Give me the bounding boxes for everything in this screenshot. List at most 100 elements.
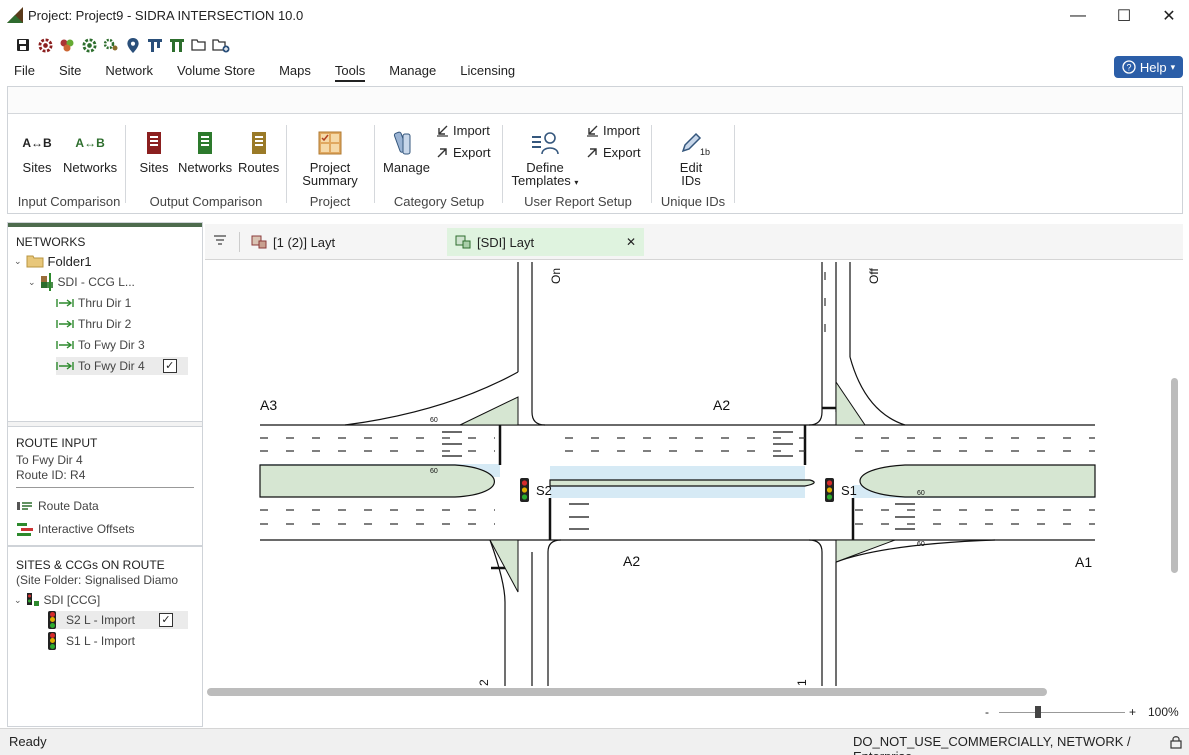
interactive-offsets-button[interactable]: Interactive Offsets (16, 520, 135, 538)
ribbon-separator (651, 125, 652, 203)
output-comparison-networks-button[interactable]: Networks (178, 129, 232, 174)
route-button[interactable] (146, 36, 164, 54)
chevron-down-icon[interactable]: ⌄ (14, 256, 22, 267)
tree-folder-row[interactable]: ⌄ Folder1 (14, 252, 92, 270)
menu-file[interactable]: File (14, 60, 35, 82)
intersection-diagram[interactable]: A3 A2 A2 A1 S2 S1 On Off 2 1 60 60 60 60 (205, 262, 1173, 686)
menu-maps[interactable]: Maps (279, 60, 311, 82)
define-templates-button[interactable]: Define Templates ▾ (511, 129, 579, 189)
network-icon (170, 39, 184, 52)
site-item[interactable]: S2 L - Import ✓ (48, 611, 188, 629)
maximize-button[interactable]: ☐ (1101, 2, 1147, 30)
zoom-in-button[interactable]: + (1129, 705, 1136, 719)
tab-layout-1[interactable]: [1 (2)] Layt (243, 228, 343, 256)
tree-network-row[interactable]: ⌄ SDI - CCG L... (28, 273, 135, 291)
maximize-icon: ☐ (1116, 8, 1132, 25)
status-text: Ready (9, 734, 47, 749)
folder-icon (26, 255, 44, 268)
settings-green-icon (81, 37, 97, 53)
output-routes-label: Routes (238, 160, 280, 175)
road-label-1: 1 (795, 679, 809, 686)
zoom-slider[interactable] (999, 706, 1125, 718)
menu-network[interactable]: Network (105, 60, 153, 82)
user-template-icon (532, 132, 559, 155)
ribbon-separator (502, 125, 503, 203)
output-sites-label: Sites (139, 160, 169, 175)
close-icon: ✕ (1162, 8, 1176, 25)
horizontal-scrollbar[interactable] (207, 688, 1047, 696)
tab-list-menu-button[interactable] (213, 234, 229, 248)
menu-volume-store[interactable]: Volume Store (177, 60, 255, 82)
approach-label-a1: A1 (1075, 554, 1092, 570)
slip-ramp-island-nw (459, 396, 519, 426)
route-item[interactable]: Thru Dir 2 (56, 315, 188, 333)
close-window-button[interactable]: ✕ (1146, 2, 1189, 30)
ccg-label: SDI [CCG] (43, 593, 101, 607)
route-checkbox[interactable]: ✓ (162, 359, 177, 373)
import-icon (587, 125, 598, 137)
main-menu: File Site Network Volume Store Maps Tools Mana… (14, 60, 539, 82)
category-export-button[interactable]: Export (436, 145, 491, 160)
vertical-scrollbar[interactable] (1171, 378, 1178, 573)
tab-layout-sdi[interactable]: [SDI] Layt ✕ (447, 228, 644, 256)
signal-s1-icon[interactable] (825, 478, 834, 502)
network-layout-icon (455, 235, 471, 249)
tab-label: [1 (2)] Layt (273, 234, 336, 250)
zoom-out-button[interactable]: - (985, 705, 989, 719)
route-item[interactable]: To Fwy Dir 4 ✓ (56, 357, 188, 375)
output-comparison-routes-button[interactable]: Routes (238, 129, 279, 174)
open-folder-button[interactable] (190, 36, 208, 54)
multi-settings-button[interactable] (58, 36, 76, 54)
menu-site[interactable]: Site (59, 60, 81, 82)
route-item[interactable]: To Fwy Dir 3 (56, 336, 188, 354)
edit-ids-button[interactable]: 1b Edit IDs (676, 129, 710, 187)
interactive-offsets-label: Interactive Offsets (38, 522, 135, 536)
route-data-icon (17, 502, 32, 510)
site-settings-button[interactable] (36, 36, 54, 54)
chevron-down-icon[interactable]: ⌄ (14, 595, 22, 606)
swatches-icon (394, 131, 411, 155)
zoom-slider-thumb[interactable] (1035, 706, 1041, 718)
site-item[interactable]: S1 L - Import (48, 632, 188, 650)
menu-licensing[interactable]: Licensing (460, 60, 515, 82)
output-comparison-sites-button[interactable]: Sites (139, 129, 169, 174)
minimize-button[interactable]: — (1055, 2, 1101, 30)
slip-ramp-island-ne (835, 380, 866, 426)
report-export-button[interactable]: Export (586, 145, 641, 160)
tab-close-icon[interactable]: ✕ (626, 235, 636, 249)
report-import-button[interactable]: Import (586, 123, 640, 138)
site-checkbox[interactable]: ✓ (158, 613, 173, 627)
gear-settings-button[interactable] (102, 36, 120, 54)
input-comparison-networks-button[interactable]: A↔B Networks (63, 129, 117, 174)
input-networks-label: Networks (63, 160, 118, 175)
category-manage-button[interactable]: Manage (383, 129, 430, 174)
svg-text:?: ? (1126, 63, 1131, 73)
ribbon-separator (734, 125, 735, 203)
tree-line (49, 273, 51, 291)
approach-label-a3: A3 (260, 397, 277, 413)
menu-tools[interactable]: Tools (334, 60, 366, 82)
new-folder-button[interactable] (212, 36, 230, 54)
layout-canvas[interactable]: A3 A2 A2 A1 S2 S1 On Off 2 1 60 60 60 60 (205, 262, 1173, 686)
minimize-icon: — (1070, 7, 1086, 24)
network-button[interactable] (168, 36, 186, 54)
route-data-button[interactable]: Route Data (16, 497, 99, 515)
save-button[interactable] (14, 36, 32, 54)
network-settings-button[interactable] (80, 36, 98, 54)
ribbon-separator (125, 125, 126, 203)
chevron-down-icon[interactable]: ⌄ (28, 277, 36, 288)
tree-ccg-row[interactable]: ⌄ SDI [CCG] (14, 591, 100, 609)
project-summary-button[interactable]: Project Summary (300, 129, 360, 187)
lock-icon (1170, 736, 1182, 749)
route-item[interactable]: Thru Dir 1 (56, 294, 188, 312)
category-import-button[interactable]: Import (436, 123, 490, 138)
title-bar: Project: Project9 - SIDRA INTERSECTION 1… (0, 0, 1189, 32)
help-button[interactable]: ? Help ▾ (1114, 56, 1183, 78)
report-gold-icon (251, 132, 266, 154)
menu-manage[interactable]: Manage (389, 60, 436, 82)
location-button[interactable] (124, 36, 142, 54)
panel-splitter[interactable] (8, 421, 202, 427)
signal-s2-icon[interactable] (520, 478, 529, 502)
save-icon (17, 39, 29, 51)
input-comparison-sites-button[interactable]: A↔B Sites (22, 129, 52, 174)
